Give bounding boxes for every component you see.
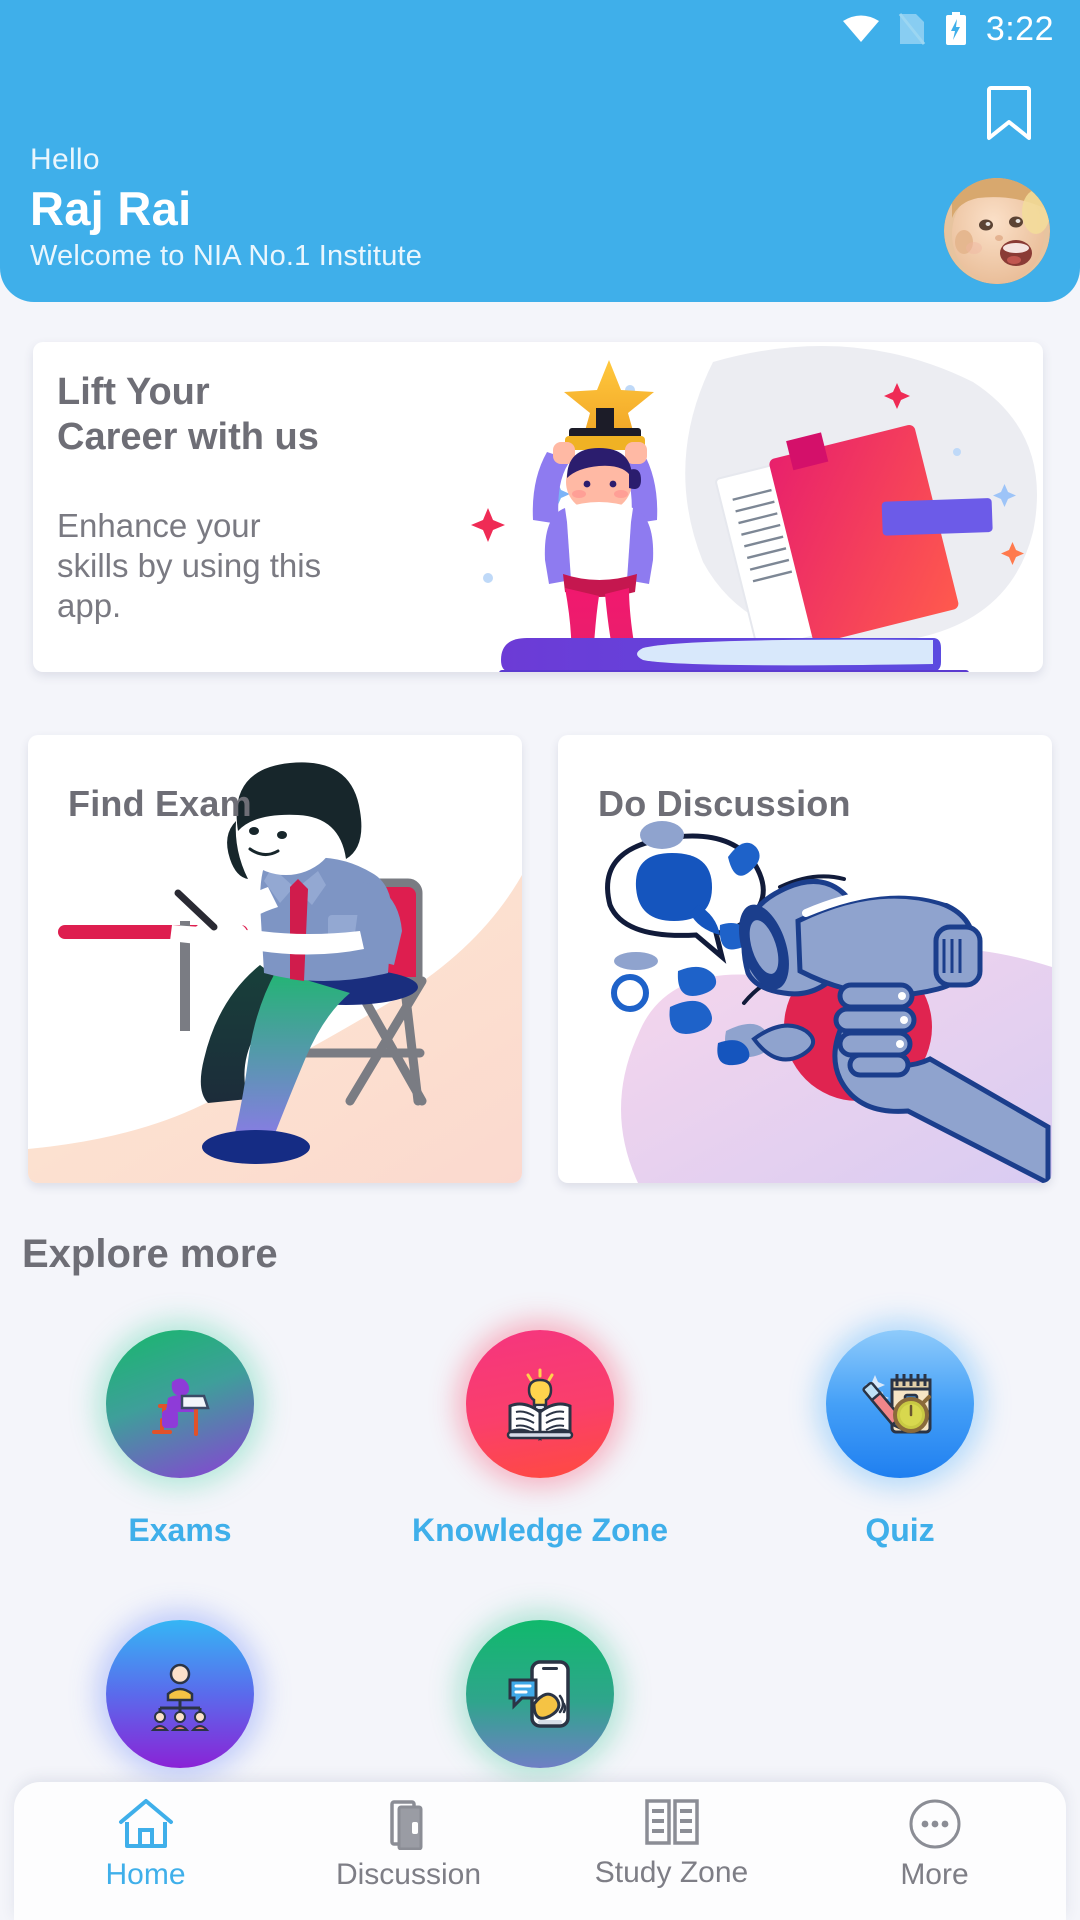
knowledge-zone-bubble bbox=[466, 1330, 614, 1478]
explore-item-exams[interactable]: Exams bbox=[0, 1330, 360, 1620]
notification-bubble bbox=[466, 1620, 614, 1768]
explore-item-quiz[interactable]: Quiz bbox=[720, 1330, 1080, 1620]
avatar-image bbox=[944, 178, 1050, 284]
quiz-label: Quiz bbox=[865, 1512, 935, 1548]
greeting-block: Hello Raj Rai Welcome to NIA No.1 Instit… bbox=[30, 143, 422, 273]
nav-item-study-zone[interactable]: Study Zone bbox=[540, 1798, 803, 1890]
org-chart-bubble bbox=[106, 1620, 254, 1768]
greeting-label: Hello bbox=[30, 143, 100, 176]
welcome-text: Welcome to NIA No.1 Institute bbox=[30, 240, 423, 272]
explore-section-title: Explore more bbox=[22, 1232, 278, 1276]
status-bar-time: 3:22 bbox=[985, 9, 1054, 48]
user-name: Raj Rai bbox=[30, 182, 192, 235]
nav-label-home: Home bbox=[105, 1858, 186, 1891]
sim-off-icon bbox=[898, 12, 926, 46]
nav-label-discussion: Discussion bbox=[335, 1858, 482, 1891]
more-dots-icon bbox=[909, 1799, 960, 1849]
do-discussion-title: Do Discussion bbox=[598, 783, 851, 824]
book-stack-icon bbox=[389, 1800, 422, 1850]
career-banner-card[interactable]: Lift Your Career with us Enhance your sk… bbox=[33, 342, 1043, 672]
avatar[interactable] bbox=[944, 178, 1050, 284]
person-lifting-trophy-illustration bbox=[471, 346, 1037, 672]
open-book-lightbulb-icon bbox=[506, 1368, 574, 1441]
do-discussion-card[interactable]: Do Discussion bbox=[558, 735, 1052, 1183]
explore-item-knowledge-zone[interactable]: Knowledge Zone bbox=[360, 1330, 720, 1620]
quiz-bubble bbox=[826, 1330, 974, 1478]
exams-label: Exams bbox=[128, 1512, 232, 1548]
home-icon bbox=[118, 1799, 173, 1848]
nav-item-discussion[interactable]: Discussion bbox=[277, 1798, 540, 1892]
find-exam-title: Find Exam bbox=[68, 783, 252, 824]
knowledge-zone-label: Knowledge Zone bbox=[412, 1512, 668, 1548]
phone-notification-icon bbox=[508, 1660, 570, 1728]
org-chart-icon bbox=[150, 1663, 210, 1731]
nav-item-home[interactable]: Home bbox=[14, 1798, 277, 1892]
bookmark-icon bbox=[987, 86, 1031, 140]
bookmark-button[interactable] bbox=[978, 78, 1040, 148]
feature-cards-row: Find Exam Do Discussion bbox=[28, 735, 1052, 1183]
status-bar: 3:22 bbox=[0, 0, 1080, 58]
banner-subtitle: Enhance your skills by using this app. bbox=[57, 506, 322, 625]
wifi-icon bbox=[842, 14, 880, 44]
exams-bubble bbox=[106, 1330, 254, 1478]
open-book-icon bbox=[644, 1799, 699, 1845]
find-exam-card[interactable]: Find Exam bbox=[28, 735, 522, 1183]
person-at-desk-icon bbox=[152, 1378, 210, 1436]
nav-item-more[interactable]: More bbox=[803, 1798, 1066, 1892]
banner-text-block: Lift Your Career with us Enhance your sk… bbox=[57, 370, 337, 626]
nav-label-more: More bbox=[900, 1858, 969, 1891]
banner-title: Lift Your Career with us bbox=[57, 371, 319, 458]
nav-label-study-zone: Study Zone bbox=[594, 1856, 749, 1889]
bottom-navigation: Home Discussion Study Zone More bbox=[14, 1782, 1066, 1920]
notepad-stopwatch-icon bbox=[862, 1374, 932, 1434]
battery-charging-icon bbox=[944, 11, 968, 47]
